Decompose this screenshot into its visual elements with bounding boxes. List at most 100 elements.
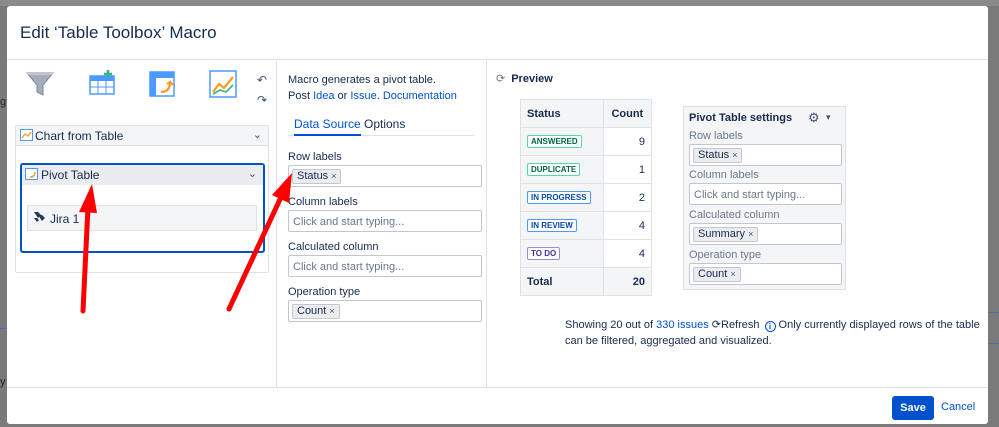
count-cell: 9 xyxy=(602,127,653,156)
dialog-header: Edit ‘Table Toolbox’ Macro xyxy=(7,6,988,60)
redo-button[interactable]: ↷ xyxy=(257,93,267,107)
settings-operation-type-field[interactable]: Count × xyxy=(689,263,842,285)
documentation-link[interactable]: Documentation xyxy=(383,90,457,102)
table-add-icon xyxy=(89,70,115,95)
status-cell: TO DO xyxy=(520,239,604,268)
undo-icon: ↶ xyxy=(257,73,268,87)
pivot-settings-panel: Pivot Table settings ⚙ ▾ Row labels Stat… xyxy=(683,106,846,290)
settings-column-labels-label: Column labels xyxy=(689,169,759,181)
refresh-icon: ⟳ xyxy=(711,319,721,331)
table-row: ANSWERED 9 xyxy=(520,127,653,156)
table-add-button[interactable] xyxy=(86,68,118,100)
post-prefix: Post xyxy=(288,90,314,102)
remove-tag-icon[interactable]: × xyxy=(732,150,737,160)
count-cell: 1 xyxy=(602,155,653,184)
tree-item-jira[interactable]: Jira 1 xyxy=(27,205,257,231)
cancel-button[interactable]: Cancel xyxy=(941,401,975,413)
settings-title: Pivot Table settings xyxy=(689,112,793,124)
config-panel: Macro generates a pivot table. Post Idea… xyxy=(277,61,487,387)
column-labels-placeholder: Click and start typing... xyxy=(694,189,806,201)
status-lozenge: IN REVIEW xyxy=(527,219,577,232)
tree-item-label: Pivot Table xyxy=(41,168,100,182)
pivot-table-header[interactable]: Pivot Table ⌄ xyxy=(22,165,263,185)
gear-icon[interactable]: ⚙ xyxy=(808,110,820,126)
preview-header: ⟳ Preview xyxy=(496,72,553,85)
chevron-down-icon[interactable]: ⌄ xyxy=(253,128,262,141)
intro-description: Macro generates a pivot table. xyxy=(288,74,436,86)
jira-icon xyxy=(33,211,47,227)
column-labels-field[interactable]: Click and start typing... xyxy=(288,210,482,232)
column-labels-label: Column labels xyxy=(288,196,358,208)
intro-text: Macro generates a pivot table. Post Idea… xyxy=(288,72,483,104)
table-total-row: Total 20 xyxy=(520,267,653,296)
background-page-line xyxy=(988,312,999,313)
info-icon: i xyxy=(764,321,776,332)
remove-tag-icon[interactable]: × xyxy=(329,306,334,316)
issues-link[interactable]: 330 issues xyxy=(656,319,709,331)
tag-label: Summary xyxy=(698,228,746,240)
refresh-label: Refresh xyxy=(721,319,760,331)
status-cell: IN REVIEW xyxy=(520,211,604,240)
config-tabs: Data Source Options xyxy=(288,116,474,136)
chart-icon xyxy=(20,129,33,144)
tab-data-source[interactable]: Data Source xyxy=(294,117,361,136)
remove-tag-icon[interactable]: × xyxy=(730,269,735,279)
dialog-title: Edit ‘Table Toolbox’ Macro xyxy=(20,23,217,42)
chevron-down-icon[interactable]: ⌄ xyxy=(248,167,257,180)
tag-label: Status xyxy=(698,149,730,161)
calculated-column-label: Calculated column xyxy=(288,241,379,253)
pivot-table-button[interactable] xyxy=(146,68,178,100)
redo-icon: ↷ xyxy=(257,93,268,107)
row-labels-field[interactable]: Status × xyxy=(288,165,482,187)
idea-link[interactable]: Idea xyxy=(313,90,334,102)
or-text: or xyxy=(334,90,351,102)
remove-tag-icon[interactable]: × xyxy=(331,171,336,181)
calculated-column-tag: Summary × xyxy=(693,227,759,242)
filter-button[interactable] xyxy=(24,68,56,100)
save-button[interactable]: Save xyxy=(892,396,934,420)
calculated-column-field[interactable]: Click and start typing... xyxy=(288,255,482,277)
status-lozenge: TO DO xyxy=(527,247,561,260)
chart-button[interactable] xyxy=(207,68,239,100)
tag-label: Count xyxy=(698,268,728,280)
tab-options[interactable]: Options xyxy=(364,117,405,131)
settings-calculated-column-field[interactable]: Summary × xyxy=(689,223,842,245)
refresh-button[interactable]: ⟳Refresh xyxy=(712,319,760,331)
tree-item-chart-from-table[interactable]: Chart from Table ⌄ xyxy=(16,126,268,146)
operation-type-field[interactable]: Count × xyxy=(288,300,482,322)
preview-panel: ⟳ Preview Status Count ANSWERED 9 DUPLICA… xyxy=(487,61,988,387)
status-lozenge: ANSWERED xyxy=(527,135,582,148)
table-row: IN PROGRESS 2 xyxy=(520,183,653,212)
count-cell: 4 xyxy=(602,239,653,268)
chevron-down-icon[interactable]: ▾ xyxy=(826,112,831,123)
settings-column-labels-field[interactable]: Click and start typing... xyxy=(689,183,842,205)
pivot-table-icon xyxy=(149,71,175,97)
status-cell: IN PROGRESS xyxy=(520,183,604,212)
pivot-table-preview: Status Count ANSWERED 9 DUPLICATE 1 IN P… xyxy=(520,99,653,296)
status-cell: DUPLICATE xyxy=(520,155,604,184)
undo-button[interactable]: ↶ xyxy=(257,73,267,87)
showing-text: Showing 20 out of xyxy=(565,319,657,331)
row-label-tag: Status × xyxy=(292,169,342,184)
table-header-row: Status Count xyxy=(520,99,653,128)
settings-row-labels-label: Row labels xyxy=(689,130,743,142)
row-labels-label: Row labels xyxy=(288,151,342,163)
background-page-line xyxy=(0,328,7,329)
total-label: Total xyxy=(520,267,604,296)
background-page-text: g xyxy=(0,96,7,108)
preview-title: Preview xyxy=(511,73,553,85)
refresh-icon[interactable]: ⟳ xyxy=(496,73,505,85)
background-page-text: y xyxy=(0,376,6,388)
issue-link[interactable]: Issue xyxy=(350,90,376,102)
table-row: TO DO 4 xyxy=(520,239,653,268)
status-lozenge: IN PROGRESS xyxy=(527,191,591,204)
operation-type-label: Operation type xyxy=(288,286,361,298)
status-lozenge: DUPLICATE xyxy=(527,163,581,176)
period-text: . xyxy=(376,90,380,102)
column-header-status: Status xyxy=(520,99,604,128)
tree-item-pivot-table[interactable]: Pivot Table ⌄ Jira 1 xyxy=(20,163,265,253)
remove-tag-icon[interactable]: × xyxy=(748,229,753,239)
filter-icon xyxy=(25,72,55,96)
settings-row-labels-field[interactable]: Status × xyxy=(689,144,842,166)
status-cell: ANSWERED xyxy=(520,127,604,156)
